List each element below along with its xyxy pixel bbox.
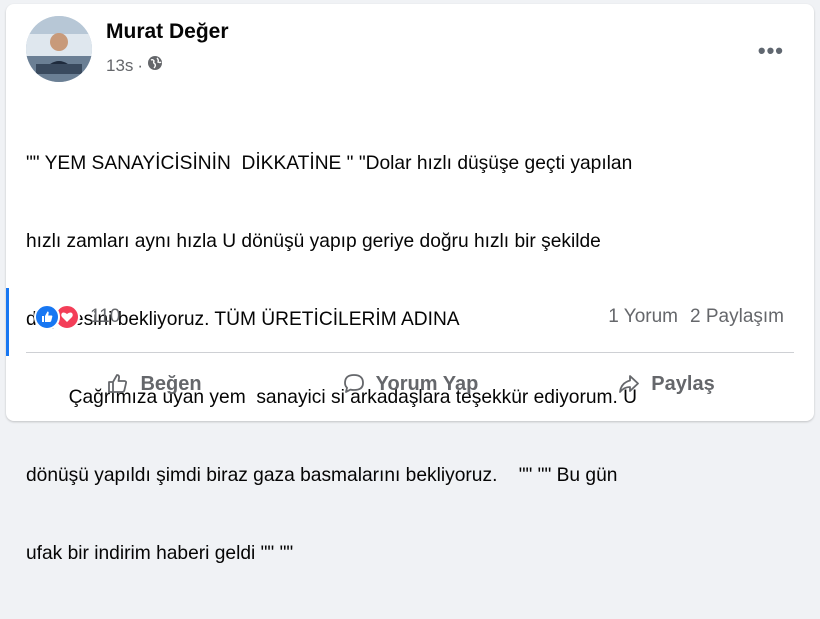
post-meta: 13s ·	[106, 55, 163, 76]
reaction-count: 110	[90, 306, 121, 327]
more-icon[interactable]: •••	[758, 38, 784, 64]
post-time[interactable]: 13s	[106, 56, 133, 76]
engagement-stats: 1 Yorum 2 Paylaşım	[608, 306, 784, 328]
share-icon	[617, 372, 641, 396]
like-icon	[34, 304, 60, 330]
thumbs-up-icon	[106, 372, 130, 396]
meta-separator: ·	[137, 55, 144, 75]
share-count-link[interactable]: 2 Paylaşım	[690, 306, 784, 328]
avatar[interactable]	[26, 16, 92, 82]
comment-count-link[interactable]: 1 Yorum	[608, 306, 678, 328]
post-text-line: dönüşü yapıldı şimdi biraz gaza basmalar…	[26, 465, 618, 486]
comment-icon	[342, 372, 366, 396]
post-text-line: ufak bir indirim haberi geldi "" ""	[26, 543, 294, 564]
comment-label: Yorum Yap	[375, 372, 479, 395]
reaction-summary[interactable]: 110	[34, 304, 120, 330]
post-card: Murat Değer 13s · ••• "" YEM SANAYİCİSİN…	[6, 4, 814, 564]
like-button[interactable]: Beğen	[26, 362, 282, 406]
comment-button[interactable]: Yorum Yap	[282, 362, 538, 406]
globe-icon	[147, 55, 163, 76]
author-name[interactable]: Murat Değer	[106, 20, 229, 44]
post-text: "" YEM SANAYİCİSİNİN DİKKATİNE " "Dolar …	[26, 99, 806, 619]
post-actions: Beğen Yorum Yap Paylaş	[26, 362, 794, 406]
like-label: Beğen	[140, 372, 202, 395]
post-text-line: "" YEM SANAYİCİSİNİN DİKKATİNE " "Dolar …	[26, 153, 633, 174]
divider	[26, 352, 794, 353]
focus-accent-bar	[6, 288, 9, 356]
avatar-photo	[26, 16, 92, 82]
share-button[interactable]: Paylaş	[538, 362, 794, 406]
share-label: Paylaş	[651, 372, 715, 395]
post-text-line: hızlı zamları aynı hızla U dönüşü yapıp …	[26, 231, 601, 252]
